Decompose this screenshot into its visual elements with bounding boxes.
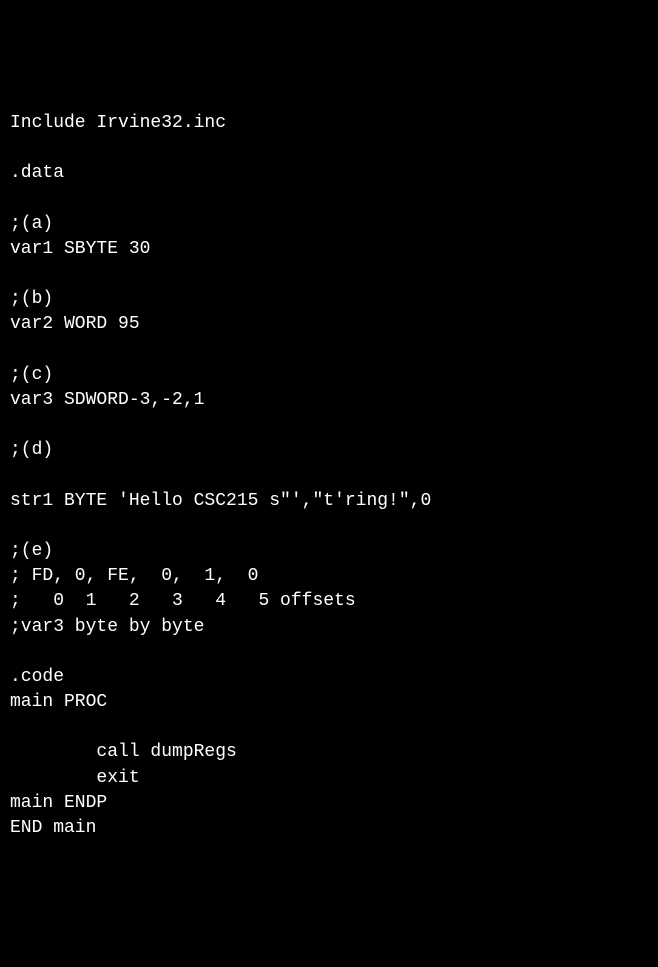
code-line: Include Irvine32.inc (10, 111, 648, 136)
code-line: ;(a) (10, 212, 648, 237)
code-line: ;(e) (10, 539, 648, 564)
code-line: ;(c) (10, 363, 648, 388)
code-line: ; FD, 0, FE, 0, 1, 0 (10, 564, 648, 589)
code-line (10, 337, 648, 362)
code-line: var1 SBYTE 30 (10, 237, 648, 262)
code-line (10, 136, 648, 161)
code-line: str1 BYTE 'Hello CSC215 s"',"t'ring!",0 (10, 489, 648, 514)
code-line (10, 715, 648, 740)
code-line: call dumpRegs (10, 740, 648, 765)
code-line: main ENDP (10, 791, 648, 816)
code-line: ;(d) (10, 438, 648, 463)
code-line (10, 640, 648, 665)
code-line (10, 413, 648, 438)
code-line (10, 186, 648, 211)
code-block: Include Irvine32.inc .data ;(a)var1 SBYTE … (10, 111, 648, 841)
code-line: END main (10, 816, 648, 841)
code-line (10, 514, 648, 539)
code-line: var2 WORD 95 (10, 312, 648, 337)
code-line: ;var3 byte by byte (10, 615, 648, 640)
code-line: var3 SDWORD-3,-2,1 (10, 388, 648, 413)
code-line: .data (10, 161, 648, 186)
code-line: main PROC (10, 690, 648, 715)
code-line (10, 262, 648, 287)
code-line: ;(b) (10, 287, 648, 312)
code-line: .code (10, 665, 648, 690)
code-line: ; 0 1 2 3 4 5 offsets (10, 589, 648, 614)
code-line (10, 463, 648, 488)
code-line: exit (10, 766, 648, 791)
